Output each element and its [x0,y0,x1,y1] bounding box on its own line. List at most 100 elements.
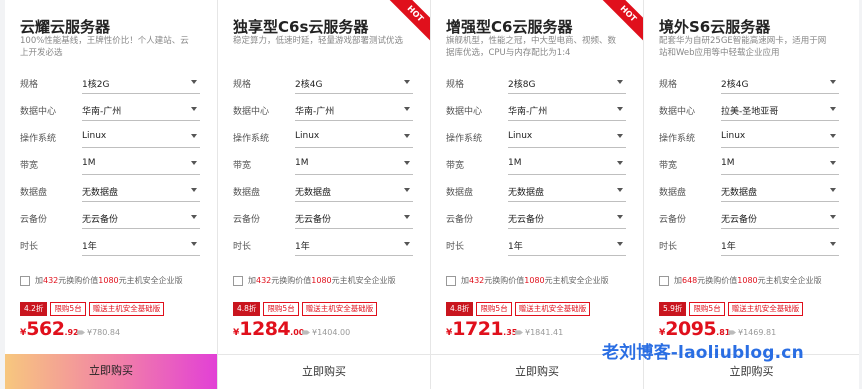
chevron-down-icon [404,188,410,192]
price-integer: 562 [26,318,65,340]
addon-text: 加432元换购价值1080元主机安全企业版 [248,275,396,287]
backup-row: 云备份 无云备份 [20,207,202,233]
datacenter-select[interactable]: 华南-广州 [295,99,413,121]
option-label: 数据中心 [20,107,57,117]
spec-row: 规格 2核8G [446,72,628,98]
os-select[interactable]: Linux [508,126,626,148]
chevron-down-icon [191,107,197,111]
chevron-down-icon [191,242,197,246]
card-title: 境外S6云服务器 [659,18,771,36]
option-label: 数据中心 [233,107,270,117]
option-label: 带宽 [659,161,678,171]
backup-select[interactable]: 无云备份 [82,207,200,229]
bandwidth-select[interactable]: 1M [295,153,413,175]
select-value: 1M [82,158,96,168]
disk-select[interactable]: 无数据盘 [295,180,413,202]
addon-price: 432 [469,276,485,285]
chevron-down-icon [830,242,836,246]
addon-text: 加432元换购价值1080元主机安全企业版 [35,275,183,287]
original-price-value: ¥1404.00 [312,328,351,337]
addon-checkbox[interactable] [20,276,30,286]
backup-select[interactable]: 无云备份 [295,207,413,229]
datacenter-select[interactable]: 华南-广州 [82,99,200,121]
datacenter-row: 数据中心 华南-广州 [233,99,415,125]
datacenter-row: 数据中心 华南-广州 [20,99,202,125]
addon-option: 加432元换购价值1080元主机安全企业版 [20,275,215,287]
backup-row: 云备份 无云备份 [233,207,415,233]
duration-row: 时长 1年 [233,234,415,260]
duration-row: 时长 1年 [659,234,841,260]
original-price: ¥1841.41 [515,328,563,337]
bandwidth-row: 带宽 1M [446,153,628,179]
bandwidth-select[interactable]: 1M [508,153,626,175]
backup-select[interactable]: 无云备份 [508,207,626,229]
option-label: 时长 [233,242,252,252]
spec-select[interactable]: 2核4G [295,72,413,94]
chevron-down-icon [404,161,410,165]
option-label: 数据中心 [659,107,696,117]
disk-select[interactable]: 无数据盘 [508,180,626,202]
option-label: 操作系统 [20,134,57,144]
chevron-down-icon [404,107,410,111]
card-title: 独享型C6s云服务器 [233,18,369,36]
duration-select[interactable]: 1年 [508,234,626,256]
duration-select[interactable]: 1年 [721,234,839,256]
chevron-down-icon [404,242,410,246]
select-value: Linux [82,131,107,141]
os-select[interactable]: Linux [721,126,839,148]
product-card-c6: HOT 增强型C6云服务器 旗舰机型，性能之冠，中大型电商、视频、数据库优选，C… [431,0,644,389]
addon-checkbox[interactable] [659,276,669,286]
chevron-down-icon [404,215,410,219]
option-label: 带宽 [446,161,465,171]
option-label: 数据盘 [446,188,474,198]
datacenter-row: 数据中心 拉美-圣地亚哥 [659,99,841,125]
spec-row: 规格 1核2G [20,72,202,98]
option-label: 操作系统 [446,134,483,144]
select-value: 拉美-圣地亚哥 [721,107,779,117]
disk-row: 数据盘 无数据盘 [659,180,841,206]
datacenter-select[interactable]: 华南-广州 [508,99,626,121]
gift-tag: 赠送主机安全基础版 [514,302,591,316]
addon-price: 648 [682,276,698,285]
chevron-down-icon [617,80,623,84]
price: ¥1284.00 [233,318,304,340]
chevron-down-icon [617,134,623,138]
option-label: 操作系统 [233,134,270,144]
gift-tag: 赠送主机安全基础版 [727,302,804,316]
bandwidth-row: 带宽 1M [233,153,415,179]
disk-select[interactable]: 无数据盘 [82,180,200,202]
backup-select[interactable]: 无云备份 [721,207,839,229]
bandwidth-select[interactable]: 1M [721,153,839,175]
price-integer: 2095 [665,318,717,340]
product-card-s6-overseas: 境外S6云服务器 配套华为自研25GE智能高速网卡，适用于网站和Web应用等中轻… [644,0,859,389]
os-select[interactable]: Linux [82,126,200,148]
addon-post: 元主机安全企业版 [118,276,183,285]
spec-select[interactable]: 2核4G [721,72,839,94]
bandwidth-row: 带宽 1M [20,153,202,179]
buy-now-button[interactable]: 立即购买 [218,354,430,389]
bandwidth-select[interactable]: 1M [82,153,200,175]
duration-select[interactable]: 1年 [295,234,413,256]
select-value: 1核2G [82,80,110,90]
original-price-value: ¥780.84 [87,328,121,337]
chevron-down-icon [191,188,197,192]
addon-checkbox[interactable] [233,276,243,286]
purchase-limit-tag: 限购5台 [263,302,299,316]
option-label: 云备份 [446,215,474,225]
select-value: 1年 [82,242,97,252]
disk-select[interactable]: 无数据盘 [721,180,839,202]
datacenter-select[interactable]: 拉美-圣地亚哥 [721,99,839,121]
addon-worth: 1080 [524,276,545,285]
addon-checkbox[interactable] [446,276,456,286]
duration-select[interactable]: 1年 [82,234,200,256]
spec-select[interactable]: 1核2G [82,72,200,94]
os-select[interactable]: Linux [295,126,413,148]
spec-select[interactable]: 2核8G [508,72,626,94]
buy-now-button[interactable]: 立即购买 [5,354,217,389]
chevron-down-icon [830,80,836,84]
addon-worth: 1080 [311,276,332,285]
select-value: 华南-广州 [295,107,335,117]
card-description: 旗舰机型，性能之冠，中大型电商、视频、数据库优选，CPU与内存配比为1:4 [446,36,617,58]
option-label: 云备份 [233,215,261,225]
purchase-limit-tag: 限购5台 [50,302,86,316]
